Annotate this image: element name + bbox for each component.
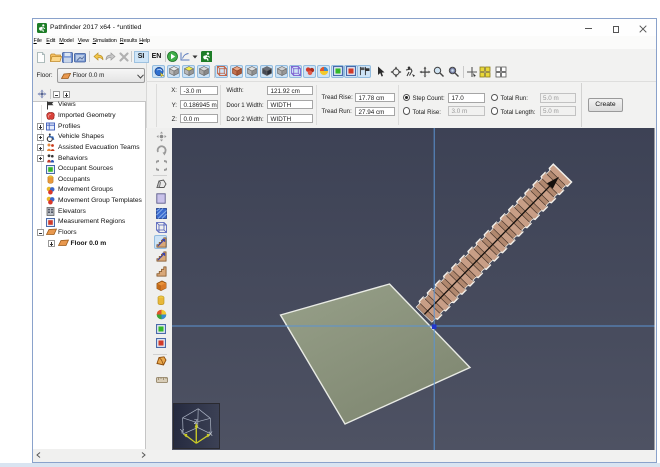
svg-text:Z: Z: [194, 418, 198, 425]
svg-text:Y: Y: [180, 428, 185, 435]
svg-text:X: X: [208, 430, 213, 437]
